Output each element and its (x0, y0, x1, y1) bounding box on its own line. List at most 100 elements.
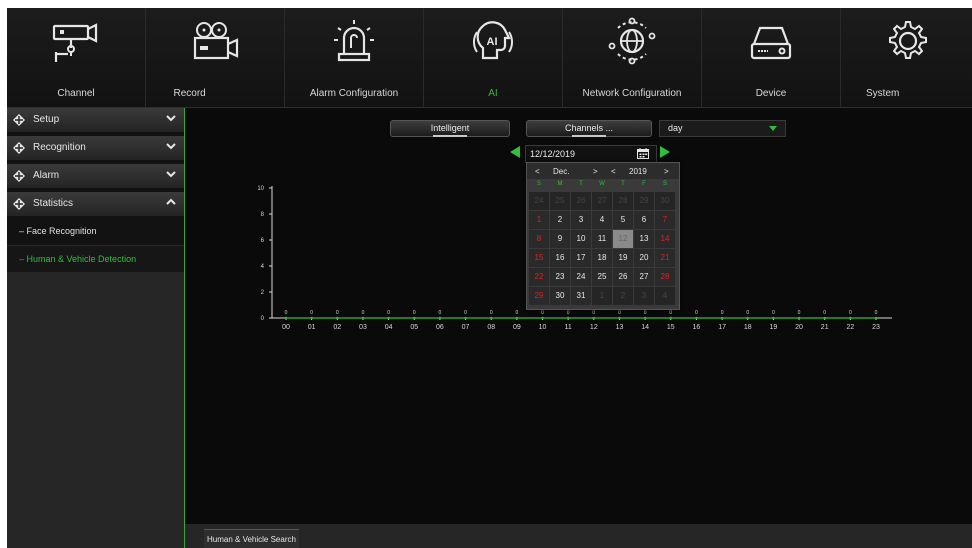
sidebar-item-human-vehicle-detection[interactable]: – Human & Vehicle Detection (7, 245, 184, 273)
menu-network-configuration[interactable]: Network Configuration (563, 8, 701, 107)
calendar-day-outside-month: 24 (529, 192, 549, 210)
prev-month-button[interactable]: < (535, 167, 540, 176)
calendar-day[interactable]: 6 (634, 211, 654, 229)
calendar-day[interactable]: 24 (571, 268, 591, 286)
x-tick-label: 18 (744, 324, 752, 331)
x-tick-label: 17 (718, 324, 726, 331)
calendar-day[interactable]: 21 (655, 249, 675, 267)
sidebar-section-setup[interactable]: Setup (7, 108, 184, 133)
calendar-day[interactable]: 10 (571, 230, 591, 248)
x-tick-label: 04 (385, 324, 393, 331)
calendar-day[interactable]: 11 (592, 230, 612, 248)
sidebar-item-face-recognition[interactable]: – Face Recognition (7, 218, 184, 244)
y-tick-label: 0 (261, 316, 265, 322)
calendar-weekday-row: SMTWTFS (529, 181, 677, 191)
sidebar-section-statistics[interactable]: Statistics (7, 192, 184, 217)
calendar-day[interactable]: 14 (655, 230, 675, 248)
next-day-arrow-icon[interactable] (660, 146, 670, 158)
calendar-day-outside-month: 26 (571, 192, 591, 210)
data-point (541, 316, 544, 320)
calendar-day-outside-month: 1 (592, 287, 612, 305)
menu-label: Record (173, 88, 206, 99)
calendar-day[interactable]: 20 (634, 249, 654, 267)
data-label: 0 (413, 310, 416, 316)
channels-button[interactable]: Channels ... (526, 120, 652, 137)
next-year-button[interactable]: > (664, 167, 669, 176)
data-point (669, 316, 672, 320)
data-point (695, 316, 698, 320)
data-point (874, 316, 878, 320)
calendar-day[interactable]: 3 (571, 211, 591, 229)
calendar-day[interactable]: 2 (550, 211, 570, 229)
calendar-day[interactable]: 16 (550, 249, 570, 267)
intelligent-button[interactable]: Intelligent (390, 120, 510, 137)
data-point (823, 316, 826, 320)
calendar-day[interactable]: 12 (613, 230, 633, 248)
menu-alarm-configuration[interactable]: Alarm Configuration (285, 8, 423, 107)
video-camera-icon (193, 22, 239, 60)
calendar-day[interactable]: 18 (592, 249, 612, 267)
calendar-day[interactable]: 28 (655, 268, 675, 286)
camera-icon (52, 23, 98, 62)
channels-button-label: Channels ... (564, 123, 614, 133)
calendar-day[interactable]: 13 (634, 230, 654, 248)
data-label: 0 (387, 310, 390, 316)
sidebar-item-label: Human & Vehicle Detection (26, 254, 137, 264)
period-select[interactable]: day (659, 120, 786, 137)
calendar-day[interactable]: 8 (529, 230, 549, 248)
nvr-app-window: Channel Record Alarm Configuration AI AI… (7, 8, 972, 548)
calendar-day[interactable]: 22 (529, 268, 549, 286)
calendar-day[interactable]: 25 (592, 268, 612, 286)
menu-system[interactable]: System (841, 8, 972, 107)
menu-ai[interactable]: AI AI (424, 8, 562, 107)
x-tick-label: 06 (436, 324, 444, 331)
calendar-day-outside-month: 2 (613, 287, 633, 305)
menu-label: Alarm Configuration (309, 88, 399, 99)
sidebar-empty-area (7, 272, 184, 548)
y-tick-label: 6 (261, 238, 265, 244)
network-globe-icon (608, 17, 656, 65)
calendar-day[interactable]: 4 (592, 211, 612, 229)
menu-record[interactable]: Record (146, 8, 284, 107)
next-month-button[interactable]: > (593, 167, 598, 176)
tab-human-vehicle-search[interactable]: Human & Vehicle Search (204, 529, 299, 548)
calendar-day[interactable]: 9 (550, 230, 570, 248)
chevron-down-icon (166, 171, 176, 178)
calendar-day[interactable]: 29 (529, 287, 549, 305)
data-point (566, 316, 570, 320)
calendar-day-outside-month: 28 (613, 192, 633, 210)
calendar-day[interactable]: 30 (550, 287, 570, 305)
sidebar-section-alarm[interactable]: Alarm (7, 164, 184, 189)
data-label: 0 (310, 310, 313, 316)
calendar-day[interactable]: 7 (655, 211, 675, 229)
calendar-day[interactable]: 27 (634, 268, 654, 286)
x-tick-label: 12 (590, 324, 598, 331)
prev-year-button[interactable]: < (611, 167, 616, 176)
calendar-day[interactable]: 23 (550, 268, 570, 286)
calendar-day[interactable]: 31 (571, 287, 591, 305)
calendar-day[interactable]: 17 (571, 249, 591, 267)
calendar-day[interactable]: 15 (529, 249, 549, 267)
calendar-day[interactable]: 19 (613, 249, 633, 267)
prev-day-arrow-icon[interactable] (510, 146, 520, 158)
calendar-icon[interactable] (637, 148, 649, 159)
sidebar-section-label: Setup (33, 114, 60, 125)
menu-label: System (866, 88, 900, 99)
x-tick-label: 01 (308, 324, 316, 331)
calendar-day[interactable]: 26 (613, 268, 633, 286)
sidebar: Setup Recognition Alarm Statistics – Fac… (7, 108, 185, 548)
data-label: 0 (798, 310, 801, 316)
sidebar-section-recognition[interactable]: Recognition (7, 136, 184, 161)
data-point (720, 316, 724, 320)
calendar-day[interactable]: 1 (529, 211, 549, 229)
data-point (849, 316, 852, 320)
data-point (336, 316, 339, 320)
data-point (387, 316, 390, 320)
calendar-day[interactable]: 5 (613, 211, 633, 229)
calendar-day-grid: 24 25 26 27 28 29 30 1 2 3 4 5 6 7 8 9 10 11 12 13 14 15 16 17 1… (529, 192, 677, 306)
sidebar-section-label: Recognition (33, 142, 86, 153)
data-label: 0 (541, 310, 544, 316)
data-label: 0 (490, 310, 493, 316)
ai-head-icon: AI (472, 21, 514, 60)
chevron-down-icon (166, 143, 176, 150)
